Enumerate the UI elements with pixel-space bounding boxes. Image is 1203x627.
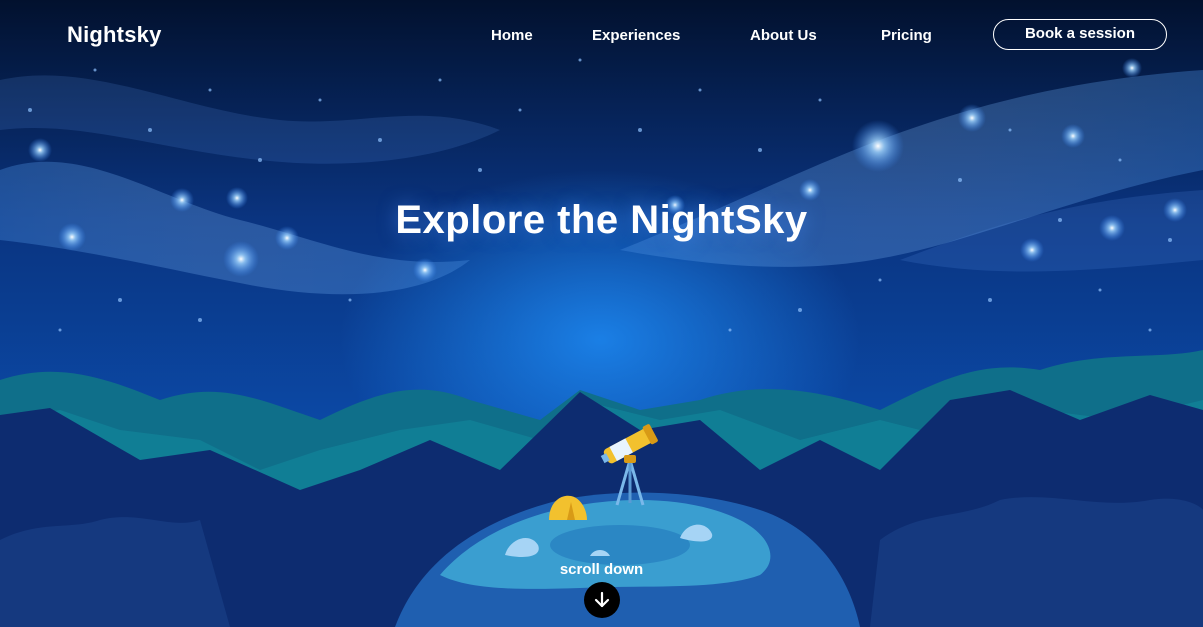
book-session-button[interactable]: Book a session	[993, 19, 1167, 50]
hero-title: Explore the NightSky	[395, 198, 808, 242]
nav-link-experiences[interactable]: Experiences	[592, 27, 680, 44]
pond	[550, 525, 690, 565]
arrow-down-icon	[594, 591, 610, 608]
scroll-down-button[interactable]	[584, 582, 620, 618]
nav-link-about-us[interactable]: About Us	[750, 27, 817, 44]
top-navigation: Nightsky Home Experiences About Us Prici…	[0, 0, 1203, 72]
nav-link-home[interactable]: Home	[491, 27, 533, 44]
night-sky-illustration	[0, 0, 1203, 627]
telescope-icon	[600, 424, 658, 506]
tent-icon	[549, 495, 587, 520]
nav-link-pricing[interactable]: Pricing	[881, 27, 932, 44]
scroll-down-label: scroll down	[559, 561, 644, 578]
brand-logo[interactable]: Nightsky	[67, 22, 162, 48]
